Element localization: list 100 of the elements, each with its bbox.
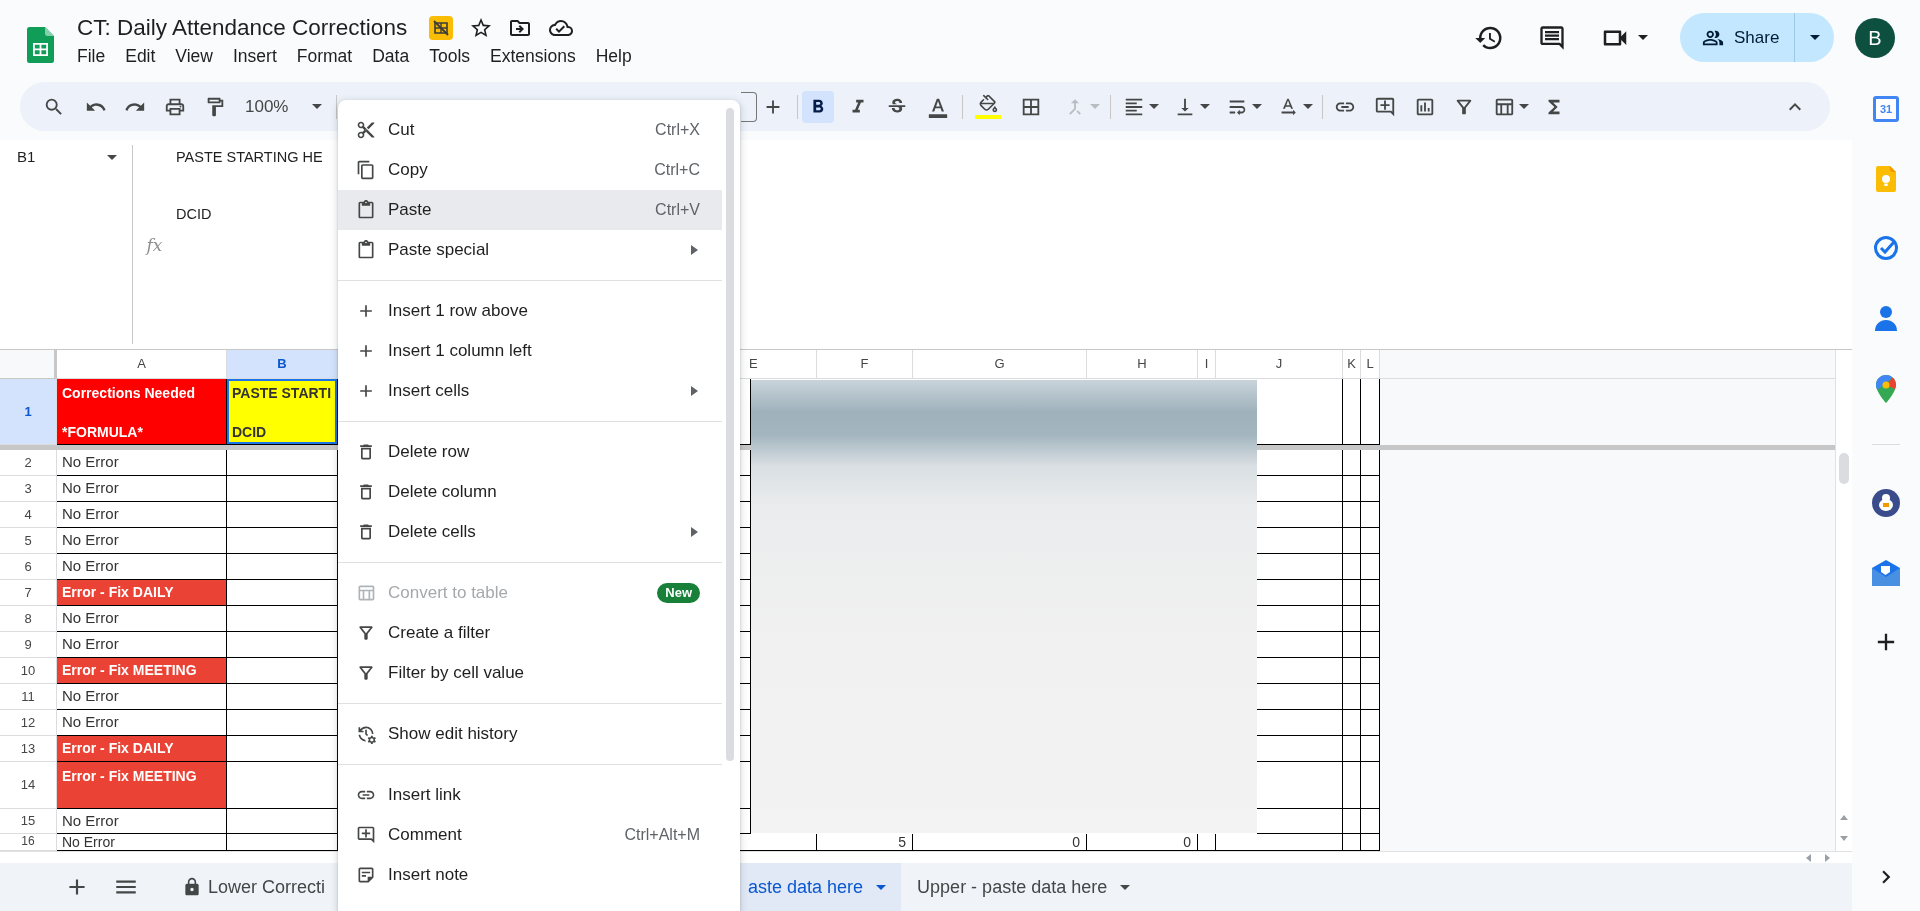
sheet-logo-icon[interactable] bbox=[27, 27, 54, 63]
scroll-up-icon[interactable] bbox=[1840, 815, 1848, 820]
column-header[interactable]: I bbox=[1198, 350, 1216, 379]
scroll-right-icon[interactable] bbox=[1825, 853, 1830, 862]
menu-bar-item[interactable]: File bbox=[77, 48, 106, 66]
comment-icon[interactable] bbox=[1538, 23, 1566, 52]
scrollbar-thumb[interactable] bbox=[726, 108, 734, 761]
column-header[interactable]: H bbox=[1087, 350, 1198, 379]
note-icon bbox=[356, 865, 376, 885]
column-header[interactable]: E bbox=[740, 350, 817, 379]
menu-item[interactable]: Delete column bbox=[338, 472, 722, 512]
menu-item[interactable]: Insert note bbox=[338, 855, 722, 895]
bold-button[interactable] bbox=[802, 90, 834, 123]
menu-item[interactable]: Insert 1 column left bbox=[338, 331, 722, 371]
table-cell bbox=[1343, 762, 1361, 809]
table-cell bbox=[1343, 736, 1361, 762]
table-cell bbox=[1361, 580, 1380, 606]
row-header[interactable]: 7 bbox=[0, 580, 57, 606]
column-header[interactable]: B bbox=[227, 350, 338, 379]
menu-bar-item[interactable]: Help bbox=[595, 48, 632, 66]
calendar-icon[interactable]: 31 bbox=[1873, 96, 1899, 122]
row-header[interactable]: 3 bbox=[0, 476, 57, 502]
slashed-grid-icon[interactable] bbox=[429, 16, 454, 40]
document-title[interactable]: CT: Daily Attendance Corrections bbox=[77, 16, 408, 40]
check-circle-icon[interactable] bbox=[1873, 235, 1899, 261]
menu-item[interactable]: Filter by cell value bbox=[338, 653, 722, 693]
menu-bar-item[interactable]: Edit bbox=[125, 48, 156, 66]
table-cell bbox=[1361, 554, 1380, 580]
table-cell bbox=[1343, 528, 1361, 554]
scroll-down-icon[interactable] bbox=[1840, 836, 1848, 841]
menu-item[interactable]: Paste Ctrl+V bbox=[338, 190, 722, 230]
menu-bar-item[interactable]: Tools bbox=[429, 48, 471, 66]
menu-item[interactable]: Cut Ctrl+X bbox=[338, 110, 722, 150]
table-cell: 5 bbox=[817, 834, 913, 851]
circle-logo-icon[interactable] bbox=[1872, 489, 1900, 517]
menu-item[interactable]: Paste special bbox=[338, 230, 722, 270]
star-icon[interactable] bbox=[469, 16, 494, 40]
menu-item[interactable]: Delete row bbox=[338, 432, 722, 472]
row-header[interactable]: 9 bbox=[0, 632, 57, 658]
menu-item[interactable]: Copy Ctrl+C bbox=[338, 150, 722, 190]
row-header[interactable]: 16 bbox=[0, 834, 57, 851]
row-header[interactable]: 4 bbox=[0, 502, 57, 528]
menu-bar-item[interactable]: View bbox=[175, 48, 213, 66]
zoom-dropdown[interactable]: 100% bbox=[241, 90, 327, 123]
menu-item[interactable]: Show edit history bbox=[338, 714, 722, 754]
row-header[interactable]: 14 bbox=[0, 762, 57, 809]
table-cell bbox=[1343, 450, 1361, 476]
scroll-left-icon[interactable] bbox=[1806, 853, 1811, 862]
menu-item[interactable]: Insert link bbox=[338, 775, 722, 815]
row-header[interactable]: 2 bbox=[0, 450, 57, 476]
row-header[interactable]: 1 bbox=[0, 379, 57, 445]
sheet-tab[interactable]: Lower Correcti bbox=[170, 863, 326, 911]
scrollbar-thumb[interactable] bbox=[1839, 453, 1849, 484]
row-header[interactable]: 15 bbox=[0, 809, 57, 834]
share-button[interactable]: Share bbox=[1680, 13, 1794, 62]
menu-bar-item[interactable]: Data bbox=[372, 48, 410, 66]
formula-text: PASTE STARTING HE bbox=[176, 148, 323, 167]
menu-item[interactable]: Create a filter bbox=[338, 613, 722, 653]
shortcut-text: Ctrl+X bbox=[655, 120, 700, 140]
column-header[interactable]: J bbox=[1216, 350, 1343, 379]
sheet-tab[interactable]: aste data here bbox=[740, 863, 902, 911]
menu-item[interactable]: Insert cells bbox=[338, 371, 722, 411]
menu-bar-item[interactable]: Insert bbox=[233, 48, 277, 66]
row-header[interactable]: 10 bbox=[0, 658, 57, 684]
table-cell bbox=[1361, 632, 1380, 658]
column-header[interactable]: G bbox=[913, 350, 1087, 379]
column-header[interactable]: F bbox=[817, 350, 913, 379]
table-cell bbox=[1361, 684, 1380, 710]
comment-plus-icon[interactable] bbox=[1374, 95, 1396, 118]
table-cell bbox=[1343, 502, 1361, 528]
caret-icon bbox=[107, 154, 117, 160]
font-size-field[interactable] bbox=[741, 91, 757, 122]
sheet-tab[interactable]: Upper - paste data here bbox=[901, 863, 1146, 911]
row-header[interactable]: 8 bbox=[0, 606, 57, 632]
table-cell bbox=[1343, 809, 1361, 834]
table-cell: No Error bbox=[57, 476, 227, 502]
name-box[interactable]: B1 bbox=[8, 146, 124, 168]
row-header[interactable]: 5 bbox=[0, 528, 57, 554]
shortcut-text: Ctrl+V bbox=[655, 200, 700, 220]
column-header[interactable]: K bbox=[1343, 350, 1361, 379]
row-header[interactable]: 6 bbox=[0, 554, 57, 580]
row-header[interactable]: 13 bbox=[0, 736, 57, 762]
paint-bucket-icon bbox=[978, 94, 998, 113]
table-cell bbox=[1343, 580, 1361, 606]
menu-bar-item[interactable]: Format bbox=[296, 48, 353, 66]
row-header[interactable]: 12 bbox=[0, 710, 57, 736]
row-header[interactable]: 11 bbox=[0, 684, 57, 710]
column-header[interactable]: L bbox=[1361, 350, 1380, 379]
map-pin-icon[interactable] bbox=[1876, 375, 1896, 403]
menu-bar-item[interactable]: Extensions bbox=[490, 48, 576, 66]
clipboard-icon bbox=[356, 200, 376, 220]
table-cell bbox=[1361, 476, 1380, 502]
scissors-icon bbox=[356, 120, 376, 140]
menu-item[interactable]: Delete cells bbox=[338, 512, 722, 552]
column-header[interactable]: A bbox=[57, 350, 227, 379]
menu-item[interactable]: Comment Ctrl+Alt+M bbox=[338, 815, 722, 855]
person-icon[interactable] bbox=[1875, 305, 1897, 331]
menu-item[interactable]: Insert 1 row above bbox=[338, 291, 722, 331]
avatar[interactable]: B bbox=[1855, 17, 1895, 58]
envelope-icon[interactable] bbox=[1872, 560, 1900, 586]
